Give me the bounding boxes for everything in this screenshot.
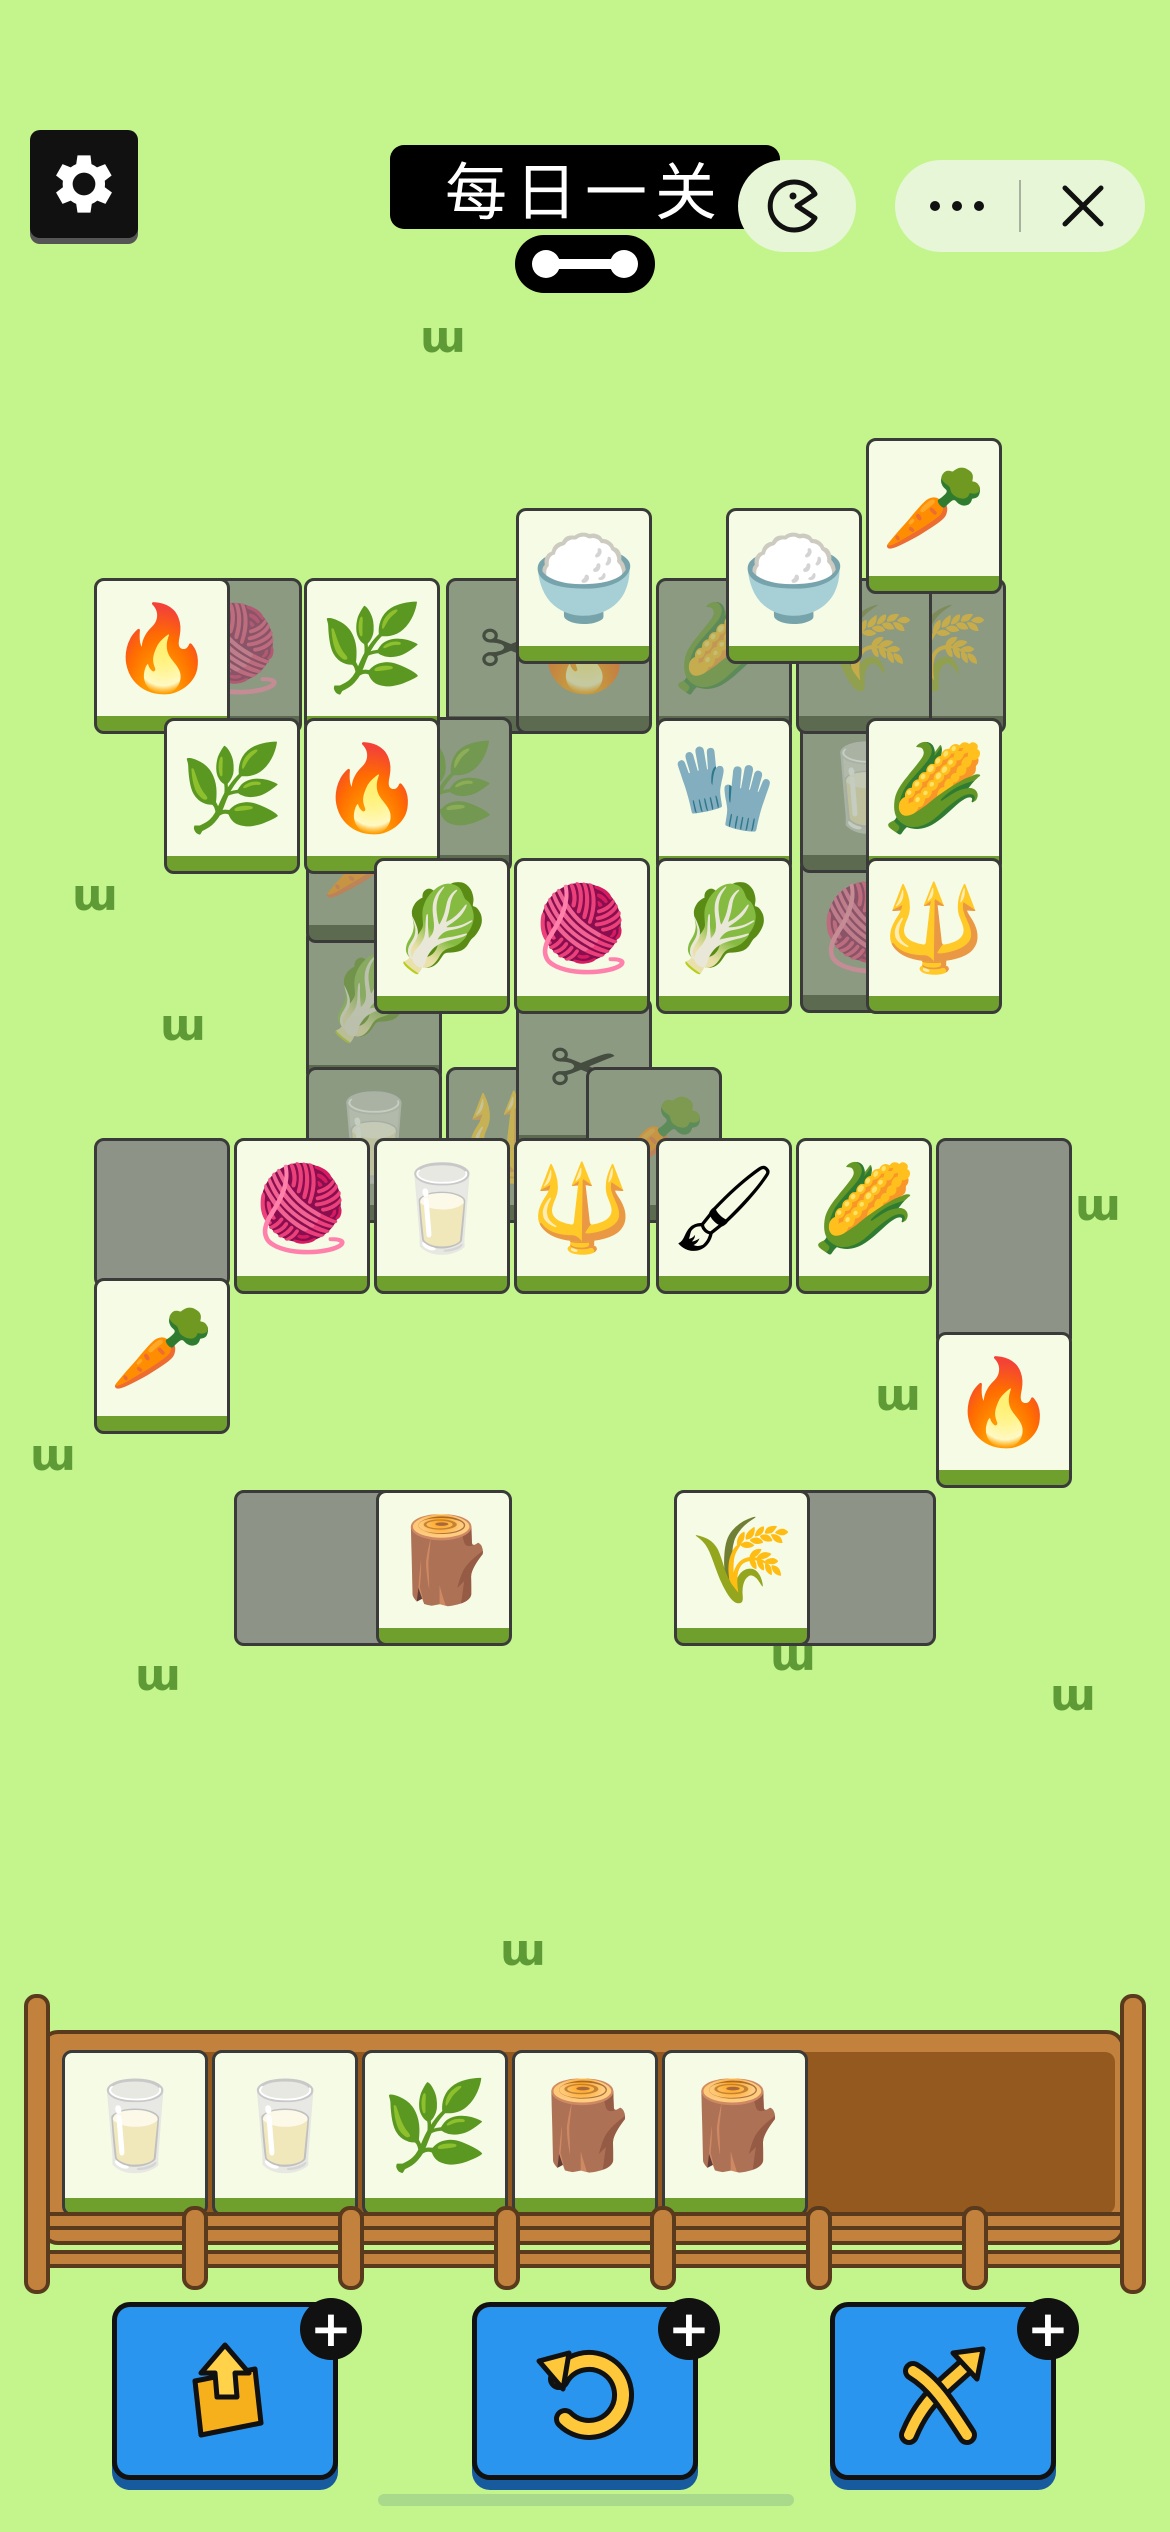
board-tile-wheat[interactable]: 🌾 <box>674 1490 810 1646</box>
board-tile-grass[interactable]: 🌿 <box>164 718 300 874</box>
fence-post <box>650 2206 676 2290</box>
board-tile-corn[interactable]: 🌽 <box>796 1138 932 1294</box>
pacman-icon <box>767 179 818 233</box>
grass-tuft-icon: ɯ <box>1075 1180 1121 1231</box>
close-button[interactable] <box>1021 160 1145 252</box>
board-tile-carrot[interactable]: 🥕 <box>866 438 1002 594</box>
tray-tile-grass: 🌿 <box>362 2050 508 2216</box>
gear-icon <box>56 155 112 213</box>
fence-post <box>806 2206 832 2290</box>
grass-tuft-icon: ɯ <box>420 312 466 363</box>
board-tile-yarn[interactable]: 🧶 <box>234 1138 370 1294</box>
move-out-icon <box>192 2342 264 2438</box>
tray-tile-bottle: 🥛 <box>62 2050 208 2216</box>
tray-tile-stump: 🪵 <box>662 2050 808 2216</box>
tray-tile-stump: 🪵 <box>512 2050 658 2216</box>
settings-button[interactable] <box>30 130 138 238</box>
progress-pill <box>515 235 655 293</box>
add-undo-tool-badge[interactable]: + <box>658 2298 720 2360</box>
board-tile-brush[interactable]: 🖌 <box>656 1138 792 1294</box>
add-remove-tool-badge[interactable]: + <box>300 2298 362 2360</box>
shuffle-icon <box>899 2346 986 2445</box>
board-tile-pitchfork[interactable]: 🔱 <box>514 1138 650 1294</box>
fence-post <box>182 2206 208 2290</box>
dumbbell-pill-icon <box>532 250 638 278</box>
close-icon <box>1062 185 1104 227</box>
fence-post <box>24 1994 50 2294</box>
board-tile-rice[interactable]: 🍚 <box>516 508 652 664</box>
board-tile-carrot[interactable]: 🥕 <box>94 1278 230 1434</box>
grass-tuft-icon: ɯ <box>875 1370 921 1421</box>
tile-stack-bottom-left <box>234 1490 394 1646</box>
more-dots-icon <box>930 201 984 211</box>
board-tile-cabbage[interactable]: 🥬 <box>374 858 510 1014</box>
grass-tuft-icon: ɯ <box>160 1000 206 1051</box>
board-tile-campfire[interactable]: 🔥 <box>94 578 230 734</box>
board-tile-campfire[interactable]: 🔥 <box>936 1332 1072 1488</box>
tile-stack-left <box>94 1138 230 1288</box>
board-tile-campfire[interactable]: 🔥 <box>304 718 440 874</box>
home-indicator <box>378 2494 794 2506</box>
grass-tuft-icon: ɯ <box>72 870 118 921</box>
grass-tuft-icon: ɯ <box>135 1650 181 1701</box>
fence-post <box>494 2206 520 2290</box>
tile-stack-right <box>936 1138 1072 1348</box>
grass-tuft-icon: ɯ <box>1050 1670 1096 1721</box>
board-tile-rice[interactable]: 🍚 <box>726 508 862 664</box>
board-tile-yarn[interactable]: 🧶 <box>514 858 650 1014</box>
mini-program-button[interactable] <box>738 160 856 252</box>
grass-tuft-icon: ɯ <box>30 1430 76 1481</box>
board-tile-cabbage[interactable]: 🥬 <box>656 858 792 1014</box>
add-shuffle-tool-badge[interactable]: + <box>1017 2298 1079 2360</box>
board-tile-grass[interactable]: 🌿 <box>304 578 440 734</box>
more-button[interactable] <box>895 160 1019 252</box>
board-tile-glove[interactable]: 🧤 <box>656 718 792 874</box>
undo-icon <box>536 2349 635 2440</box>
board-tile-bottle[interactable]: 🥛 <box>374 1138 510 1294</box>
fence-post <box>338 2206 364 2290</box>
tray-tile-bottle: 🥛 <box>212 2050 358 2216</box>
board-tile-stump[interactable]: 🪵 <box>376 1490 512 1646</box>
page-title: 每日一关 <box>390 145 780 229</box>
grass-tuft-icon: ɯ <box>500 1925 546 1976</box>
fence-post <box>1120 1994 1146 2294</box>
fence-post <box>962 2206 988 2290</box>
capsule-menu <box>895 160 1145 252</box>
board-tile-pitchfork[interactable]: 🔱 <box>866 858 1002 1014</box>
board-tile-corn[interactable]: 🌽 <box>866 718 1002 874</box>
